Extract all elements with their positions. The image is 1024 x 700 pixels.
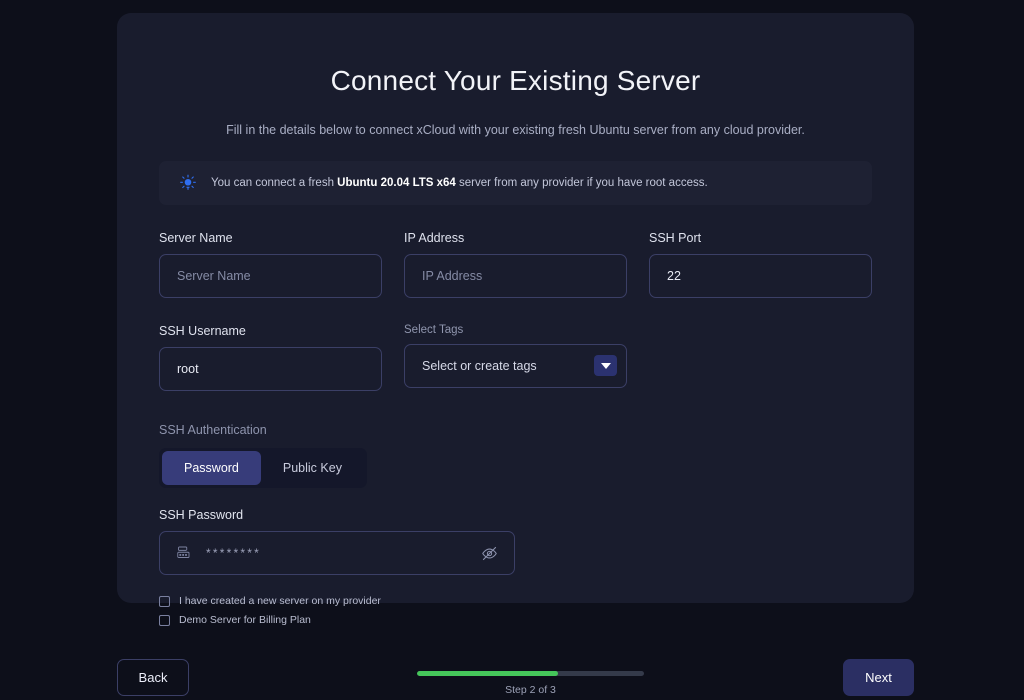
ssh-username-input[interactable] (159, 347, 382, 391)
ip-address-input[interactable] (404, 254, 627, 298)
auth-option-password[interactable]: Password (162, 451, 261, 485)
checkbox-demo-server[interactable] (159, 614, 170, 626)
select-tags-control[interactable]: Select or create tags (404, 344, 627, 388)
info-text-bold: Ubuntu 20.04 LTS x64 (337, 177, 456, 189)
server-name-input[interactable] (159, 254, 382, 298)
ssh-password-value: ******** (206, 546, 261, 560)
info-text-after: server from any provider if you have roo… (455, 177, 708, 189)
auth-option-public-key[interactable]: Public Key (261, 451, 364, 485)
checkbox-row-demo-server[interactable]: Demo Server for Billing Plan (159, 612, 872, 628)
caret-triangle (600, 362, 611, 369)
progress-track (417, 671, 644, 676)
eye-off-icon[interactable] (481, 545, 498, 562)
form-row-1: Server Name IP Address SSH Port (159, 231, 872, 298)
wizard-card: Connect Your Existing Server Fill in the… (117, 13, 914, 626)
options-checkboxes: I have created a new server on my provid… (159, 593, 872, 628)
label-server-name: Server Name (159, 231, 233, 245)
info-banner-text: You can connect a fresh Ubuntu 20.04 LTS… (211, 177, 708, 189)
checkbox-label-created-server: I have created a new server on my provid… (179, 595, 381, 607)
chevron-down-icon[interactable] (594, 355, 617, 376)
info-banner: You can connect a fresh Ubuntu 20.04 LTS… (159, 161, 872, 205)
label-ssh-username: SSH Username (159, 324, 246, 338)
back-button[interactable]: Back (117, 659, 189, 696)
auth-method-toggle: Password Public Key (159, 448, 367, 488)
ssh-authentication-section: SSH Authentication Password Public Key (159, 423, 872, 488)
checkbox-row-created-server[interactable]: I have created a new server on my provid… (159, 593, 872, 609)
info-text-before: You can connect a fresh (211, 177, 338, 189)
field-server-name: Server Name (159, 231, 382, 298)
ssh-password-section: SSH Password ******** (159, 508, 515, 575)
wizard-page: Connect Your Existing Server Fill in the… (0, 0, 1024, 700)
progress-section: Step 2 of 3 (417, 671, 644, 696)
field-select-tags: Select Tags Select or create tags (404, 324, 627, 391)
autofill-icon (177, 546, 190, 558)
field-spacer (649, 324, 872, 391)
label-ssh-authentication: SSH Authentication (159, 423, 267, 437)
form-row-2: SSH Username Select Tags Select or creat… (159, 324, 872, 391)
wizard-footer: Back Step 2 of 3 Next (0, 655, 1024, 700)
checkbox-created-server[interactable] (159, 595, 170, 607)
label-ssh-port: SSH Port (649, 231, 702, 245)
checkbox-label-demo-server: Demo Server for Billing Plan (179, 614, 311, 626)
page-subtitle: Fill in the details below to connect xCl… (226, 123, 805, 137)
field-ip-address: IP Address (404, 231, 627, 298)
ssh-port-input[interactable] (649, 254, 872, 298)
step-indicator: Step 2 of 3 (505, 684, 556, 696)
label-ip-address: IP Address (404, 231, 465, 245)
progress-fill (417, 671, 558, 676)
next-button[interactable]: Next (843, 659, 914, 696)
page-title: Connect Your Existing Server (330, 65, 701, 96)
label-select-tags: Select Tags (404, 324, 464, 336)
label-ssh-password: SSH Password (159, 508, 244, 522)
lightbulb-icon (180, 174, 196, 190)
ssh-password-field[interactable]: ******** (159, 531, 515, 575)
field-ssh-port: SSH Port (649, 231, 872, 298)
field-ssh-username: SSH Username (159, 324, 382, 391)
